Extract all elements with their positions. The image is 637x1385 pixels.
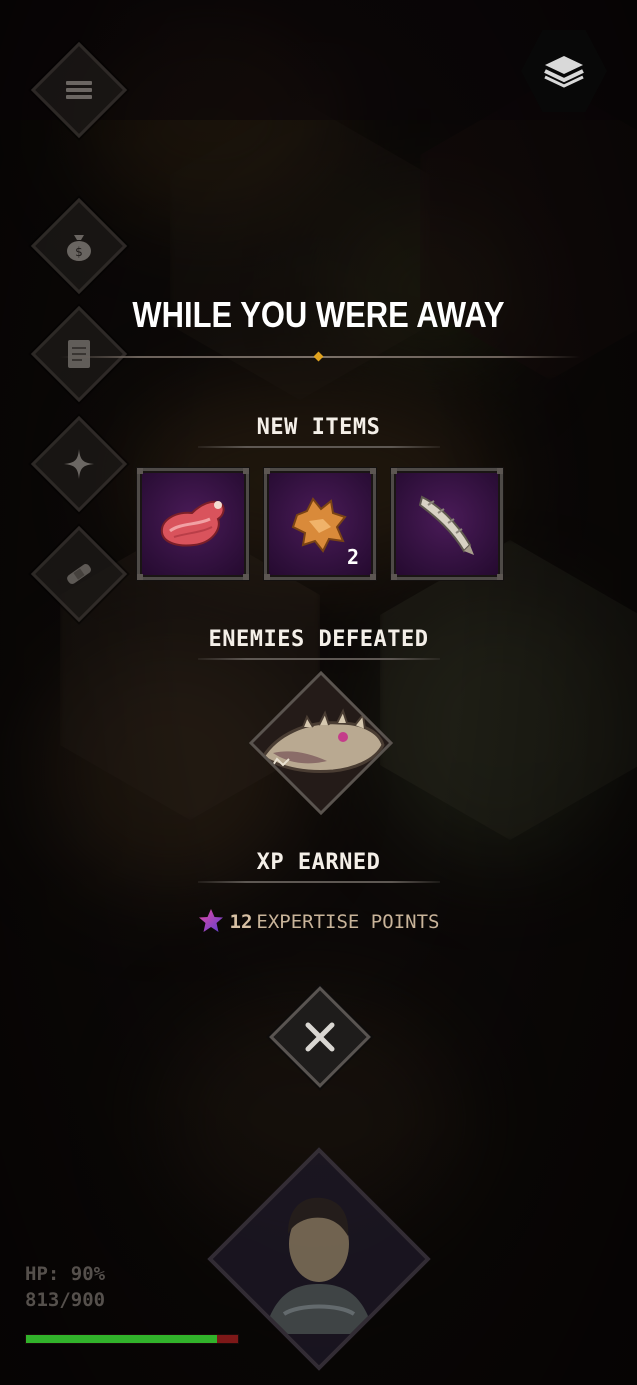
section-divider	[198, 446, 440, 448]
xp-value: 12	[229, 911, 253, 933]
page-title: WHILE YOU WERE AWAY	[132, 294, 505, 335]
item-slot[interactable]	[137, 468, 249, 580]
close-icon	[305, 1022, 335, 1052]
star-icon	[198, 909, 223, 932]
svg-text:$: $	[75, 245, 83, 259]
hp-values-label: 813/900	[25, 1289, 106, 1311]
hp-percent-label: HP: 90%	[25, 1263, 106, 1285]
xp-unit-label: EXPERTISE POINTS	[256, 911, 440, 933]
money-bag-icon: $	[67, 235, 91, 261]
section-divider	[198, 658, 440, 660]
scroll-icon	[68, 340, 90, 368]
hp-bar	[25, 1334, 239, 1344]
bandage-icon	[67, 564, 91, 584]
new-items-heading: NEW ITEMS	[256, 415, 381, 440]
item-slot[interactable]	[391, 468, 503, 580]
menu-icon	[48, 59, 110, 121]
bone-blade-icon	[418, 495, 474, 555]
enemies-defeated-heading: ENEMIES DEFEATED	[208, 627, 429, 652]
item-count: 2	[346, 545, 359, 569]
sparkle-icon	[64, 449, 94, 479]
xp-summary: 12 EXPERTISE POINTS	[0, 908, 637, 934]
section-divider	[198, 881, 440, 883]
hp-bar-fill	[26, 1335, 217, 1343]
item-slot[interactable]: 2	[264, 468, 376, 580]
raw-meat-icon	[160, 500, 225, 547]
xp-earned-heading: XP EARNED	[256, 850, 381, 875]
layers-icon	[544, 56, 584, 88]
